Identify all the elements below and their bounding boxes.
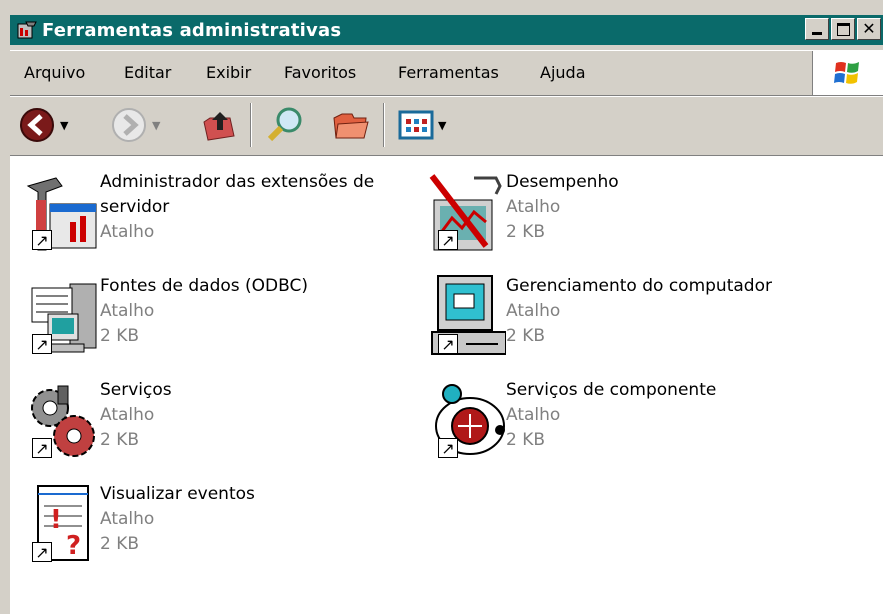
windows-logo-icon bbox=[812, 51, 883, 95]
back-arrow-icon bbox=[20, 108, 54, 142]
shortcut-arrow-icon: ↗ bbox=[438, 438, 458, 458]
shortcut-arrow-icon: ↗ bbox=[32, 438, 52, 458]
shortcut-arrow-icon: ↗ bbox=[438, 230, 458, 250]
item-size: 2 KB bbox=[100, 430, 140, 450]
search-button[interactable] bbox=[265, 105, 305, 145]
maximize-icon bbox=[836, 22, 850, 36]
toolbar: ▼ ▼ ▼ bbox=[10, 96, 883, 156]
list-item[interactable]: ↗ Gerenciamento do computador Atalho 2 K… bbox=[426, 274, 796, 360]
item-type: Atalho bbox=[100, 222, 155, 242]
minimize-icon bbox=[812, 31, 822, 35]
folders-button[interactable] bbox=[330, 105, 370, 145]
menu-arquivo[interactable]: Arquivo bbox=[24, 63, 85, 82]
services-gears-icon: ↗ bbox=[20, 378, 100, 464]
item-type: Atalho bbox=[506, 197, 561, 217]
shortcut-arrow-icon: ↗ bbox=[438, 334, 458, 354]
item-size: 2 KB bbox=[506, 326, 546, 346]
menu-ferramentas[interactable]: Ferramentas bbox=[398, 63, 499, 82]
item-type: Atalho bbox=[506, 405, 561, 425]
close-icon: ✕ bbox=[862, 19, 876, 38]
menu-editar[interactable]: Editar bbox=[124, 63, 171, 82]
item-name: Gerenciamento do computador bbox=[506, 276, 772, 296]
menu-exibir[interactable]: Exibir bbox=[206, 63, 251, 82]
odbc-data-sources-icon: ↗ bbox=[20, 274, 100, 360]
up-folder-icon bbox=[203, 112, 235, 141]
event-viewer-icon: ! ? ↗ bbox=[20, 482, 100, 568]
maximize-button[interactable] bbox=[831, 18, 855, 40]
toolbar-separator bbox=[383, 103, 385, 147]
svg-text:?: ? bbox=[66, 531, 81, 561]
list-item[interactable]: ↗ Administrador das extensões de servido… bbox=[20, 170, 390, 256]
item-type: Atalho bbox=[100, 301, 155, 321]
item-name: Fontes de dados (ODBC) bbox=[100, 276, 309, 296]
shortcut-arrow-icon: ↗ bbox=[32, 334, 52, 354]
performance-icon: ↗ bbox=[426, 170, 506, 256]
list-item[interactable]: ↗ Serviços Atalho 2 KB bbox=[20, 378, 390, 464]
server-extensions-icon: ↗ bbox=[20, 170, 100, 256]
views-button[interactable]: ▼ bbox=[398, 105, 446, 145]
menu-ajuda[interactable]: Ajuda bbox=[540, 63, 586, 82]
chevron-down-icon[interactable]: ▼ bbox=[152, 119, 160, 132]
close-button[interactable]: ✕ bbox=[857, 18, 881, 40]
forward-button[interactable]: ▼ bbox=[110, 105, 160, 145]
item-name: Serviços bbox=[100, 380, 172, 400]
item-name: Administrador das extensões de servidor bbox=[100, 172, 375, 217]
list-item[interactable]: ↗ Fontes de dados (ODBC) Atalho 2 KB bbox=[20, 274, 390, 360]
item-size: 2 KB bbox=[506, 430, 546, 450]
toolbar-separator bbox=[250, 103, 252, 147]
back-button[interactable]: ▼ bbox=[18, 105, 68, 145]
menu-bar: Arquivo Editar Exibir Favoritos Ferramen… bbox=[10, 50, 883, 96]
shortcut-arrow-icon: ↗ bbox=[32, 230, 52, 250]
views-icon bbox=[398, 110, 434, 140]
svg-text:!: ! bbox=[50, 505, 62, 535]
file-list: ↗ Administrador das extensões de servido… bbox=[10, 156, 883, 614]
list-item[interactable]: ! ? ↗ Visualizar eventos Atalho 2 KB bbox=[20, 482, 390, 568]
component-services-icon: ↗ bbox=[426, 378, 506, 464]
item-name: Serviços de componente bbox=[506, 380, 717, 400]
up-folder-button[interactable] bbox=[200, 105, 238, 145]
item-type: Atalho bbox=[100, 509, 155, 529]
title-bar[interactable]: Ferramentas administrativas ✕ bbox=[10, 15, 883, 45]
item-size: 2 KB bbox=[506, 222, 546, 242]
item-name: Visualizar eventos bbox=[100, 484, 255, 504]
menu-favoritos[interactable]: Favoritos bbox=[284, 63, 356, 82]
list-item[interactable]: ↗ Serviços de componente Atalho 2 KB bbox=[426, 378, 796, 464]
computer-management-icon: ↗ bbox=[426, 274, 507, 360]
list-item[interactable]: ↗ Desempenho Atalho 2 KB bbox=[426, 170, 796, 256]
admin-tools-icon bbox=[17, 21, 37, 39]
shortcut-arrow-icon: ↗ bbox=[32, 542, 52, 562]
explorer-window: Ferramentas administrativas ✕ Arquivo Ed… bbox=[0, 0, 883, 614]
item-type: Atalho bbox=[506, 301, 561, 321]
item-name: Desempenho bbox=[506, 172, 619, 192]
minimize-button[interactable] bbox=[805, 18, 829, 40]
window-title: Ferramentas administrativas bbox=[42, 19, 342, 41]
item-size: 2 KB bbox=[100, 534, 140, 554]
item-type: Atalho bbox=[100, 405, 155, 425]
item-size: 2 KB bbox=[100, 326, 140, 346]
forward-arrow-icon bbox=[112, 108, 146, 142]
chevron-down-icon[interactable]: ▼ bbox=[438, 119, 446, 132]
search-icon bbox=[267, 107, 302, 142]
chevron-down-icon[interactable]: ▼ bbox=[60, 119, 68, 132]
folders-icon bbox=[333, 113, 369, 139]
